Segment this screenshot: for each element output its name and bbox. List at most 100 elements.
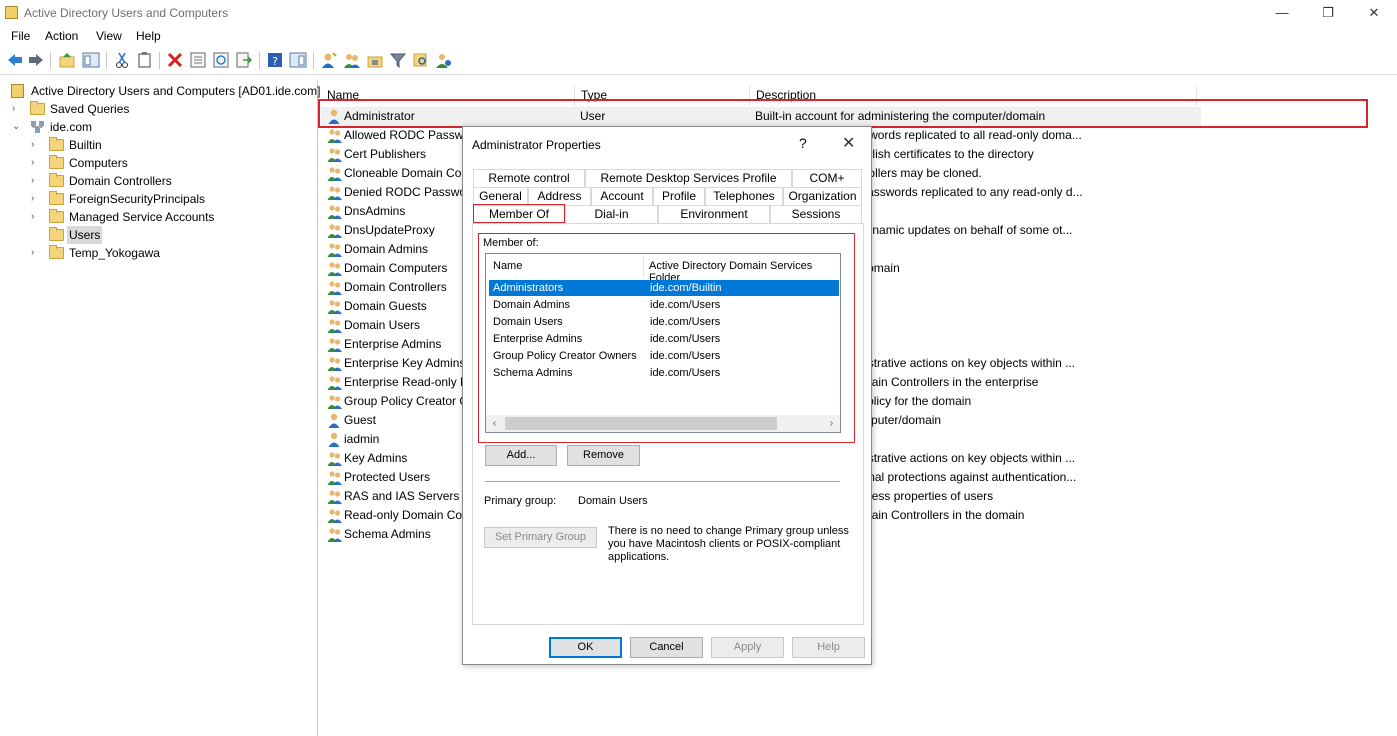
toolbar: ? — [0, 47, 1397, 75]
member-of-label: Member of: — [483, 237, 539, 249]
chevron-right-icon[interactable]: › — [31, 244, 41, 262]
scroll-right-icon[interactable]: › — [823, 415, 840, 432]
member-folder: ide.com/Users — [650, 299, 721, 311]
help-icon[interactable]: ? — [266, 51, 284, 69]
list-item[interactable]: Group Policy Creator Owners ide.com/Users — [489, 348, 839, 364]
primary-group-note: There is no need to change Primary group… — [608, 525, 849, 563]
tab-dial-in[interactable]: Dial-in — [565, 205, 658, 223]
cut-icon[interactable] — [113, 51, 131, 69]
adusers-icon — [11, 84, 24, 98]
cancel-button[interactable]: Cancel — [630, 637, 703, 658]
member-of-list[interactable]: Name Active Directory Domain Services Fo… — [485, 253, 841, 433]
row-name: Group Policy Creator O — [344, 394, 469, 408]
tab-remote-control[interactable]: Remote control — [473, 169, 585, 187]
app-icon — [5, 6, 18, 19]
folder-icon — [49, 209, 64, 223]
menu-file[interactable]: File — [11, 29, 30, 43]
tab-remote-desktop-services-profile[interactable]: Remote Desktop Services Profile — [585, 169, 792, 187]
user-icon — [327, 413, 342, 428]
list-item[interactable]: Administrators ide.com/Builtin — [489, 280, 839, 296]
add-button[interactable]: Add... — [485, 445, 557, 466]
folder-icon — [49, 191, 64, 205]
member-folder: ide.com/Users — [650, 350, 721, 362]
title-bar: Active Directory Users and Computers — ❐… — [0, 0, 1397, 26]
help-icon[interactable]: ? — [799, 135, 807, 151]
tab-telephones[interactable]: Telephones — [705, 187, 783, 205]
row-name: Cloneable Domain Co — [344, 166, 462, 180]
chevron-right-icon[interactable]: › — [31, 208, 41, 226]
new-user-icon[interactable] — [320, 51, 338, 69]
filter-icon[interactable] — [389, 51, 407, 69]
group-icon — [327, 185, 342, 200]
tab-com-plus[interactable]: COM+ — [792, 169, 862, 187]
divider — [485, 481, 840, 482]
help-button[interactable]: Help — [792, 637, 865, 658]
tab-organization[interactable]: Organization — [783, 187, 862, 205]
list-item[interactable]: Domain Users ide.com/Users — [489, 314, 839, 330]
close-button[interactable]: ✕ — [1351, 0, 1397, 26]
action-pane-icon[interactable] — [289, 51, 307, 69]
ok-button[interactable]: OK — [549, 637, 622, 658]
up-folder-icon[interactable] — [58, 51, 76, 69]
row-name: Domain Guests — [344, 299, 427, 313]
menu-help[interactable]: Help — [136, 29, 161, 43]
folder-icon — [49, 245, 64, 259]
copy-icon[interactable] — [136, 51, 154, 69]
tab-sessions[interactable]: Sessions — [770, 205, 862, 223]
menu-view[interactable]: View — [96, 29, 122, 43]
folder-icon — [49, 173, 64, 187]
export-icon[interactable] — [235, 51, 253, 69]
tab-general[interactable]: General — [473, 187, 528, 205]
new-ou-icon[interactable] — [366, 51, 384, 69]
maximize-button[interactable]: ❐ — [1305, 0, 1351, 26]
minimize-button[interactable]: — — [1259, 0, 1305, 26]
group-icon — [327, 147, 342, 162]
tab-account[interactable]: Account — [591, 187, 653, 205]
forward-icon[interactable] — [27, 51, 45, 69]
chevron-right-icon[interactable]: › — [31, 172, 41, 190]
group-icon — [327, 451, 342, 466]
chevron-down-icon[interactable]: ⌄ — [12, 118, 22, 136]
new-group-icon[interactable] — [343, 51, 361, 69]
group-icon — [327, 337, 342, 352]
chevron-right-icon[interactable]: › — [31, 190, 41, 208]
console-tree: Active Directory Users and Computers [AD… — [0, 80, 320, 736]
horizontal-scrollbar[interactable]: ‹ › — [486, 415, 840, 432]
chevron-right-icon[interactable]: › — [31, 154, 41, 172]
member-name: Enterprise Admins — [493, 333, 583, 345]
member-folder: ide.com/Users — [650, 316, 721, 328]
chevron-right-icon[interactable]: › — [31, 136, 41, 154]
back-icon[interactable] — [6, 51, 24, 69]
list-item[interactable]: Enterprise Admins ide.com/Users — [489, 331, 839, 347]
add-to-group-icon[interactable] — [435, 51, 453, 69]
properties-dialog: Administrator Properties ? ✕ Remote cont… — [462, 126, 872, 665]
dialog-title: Administrator Properties — [472, 138, 601, 152]
delete-icon[interactable] — [166, 51, 184, 69]
member-column-name[interactable]: Name — [493, 260, 522, 272]
group-icon — [327, 280, 342, 295]
list-item[interactable]: Schema Admins ide.com/Users — [489, 365, 839, 381]
row-name: Enterprise Admins — [344, 337, 442, 351]
menu-action[interactable]: Action — [45, 29, 78, 43]
scroll-thumb[interactable] — [505, 417, 777, 430]
tab-environment[interactable]: Environment — [658, 205, 770, 223]
refresh-icon[interactable] — [212, 51, 230, 69]
apply-button[interactable]: Apply — [711, 637, 784, 658]
remove-button[interactable]: Remove — [567, 445, 640, 466]
primary-group-value: Domain Users — [578, 495, 648, 507]
group-icon — [327, 166, 342, 181]
close-icon[interactable]: ✕ — [842, 133, 855, 153]
properties-icon[interactable] — [189, 51, 207, 69]
console-tree-icon[interactable] — [82, 51, 100, 69]
row-name: Domain Computers — [344, 261, 448, 275]
folder-icon — [49, 137, 64, 151]
tab-profile[interactable]: Profile — [653, 187, 705, 205]
row-name: Read-only Domain Co — [344, 508, 463, 522]
scroll-left-icon[interactable]: ‹ — [486, 415, 503, 432]
group-icon — [327, 470, 342, 485]
list-item[interactable]: Domain Admins ide.com/Users — [489, 297, 839, 313]
set-primary-group-button[interactable]: Set Primary Group — [484, 527, 597, 548]
chevron-right-icon[interactable]: › — [12, 100, 22, 118]
tab-address[interactable]: Address — [528, 187, 591, 205]
find-icon[interactable] — [412, 51, 430, 69]
